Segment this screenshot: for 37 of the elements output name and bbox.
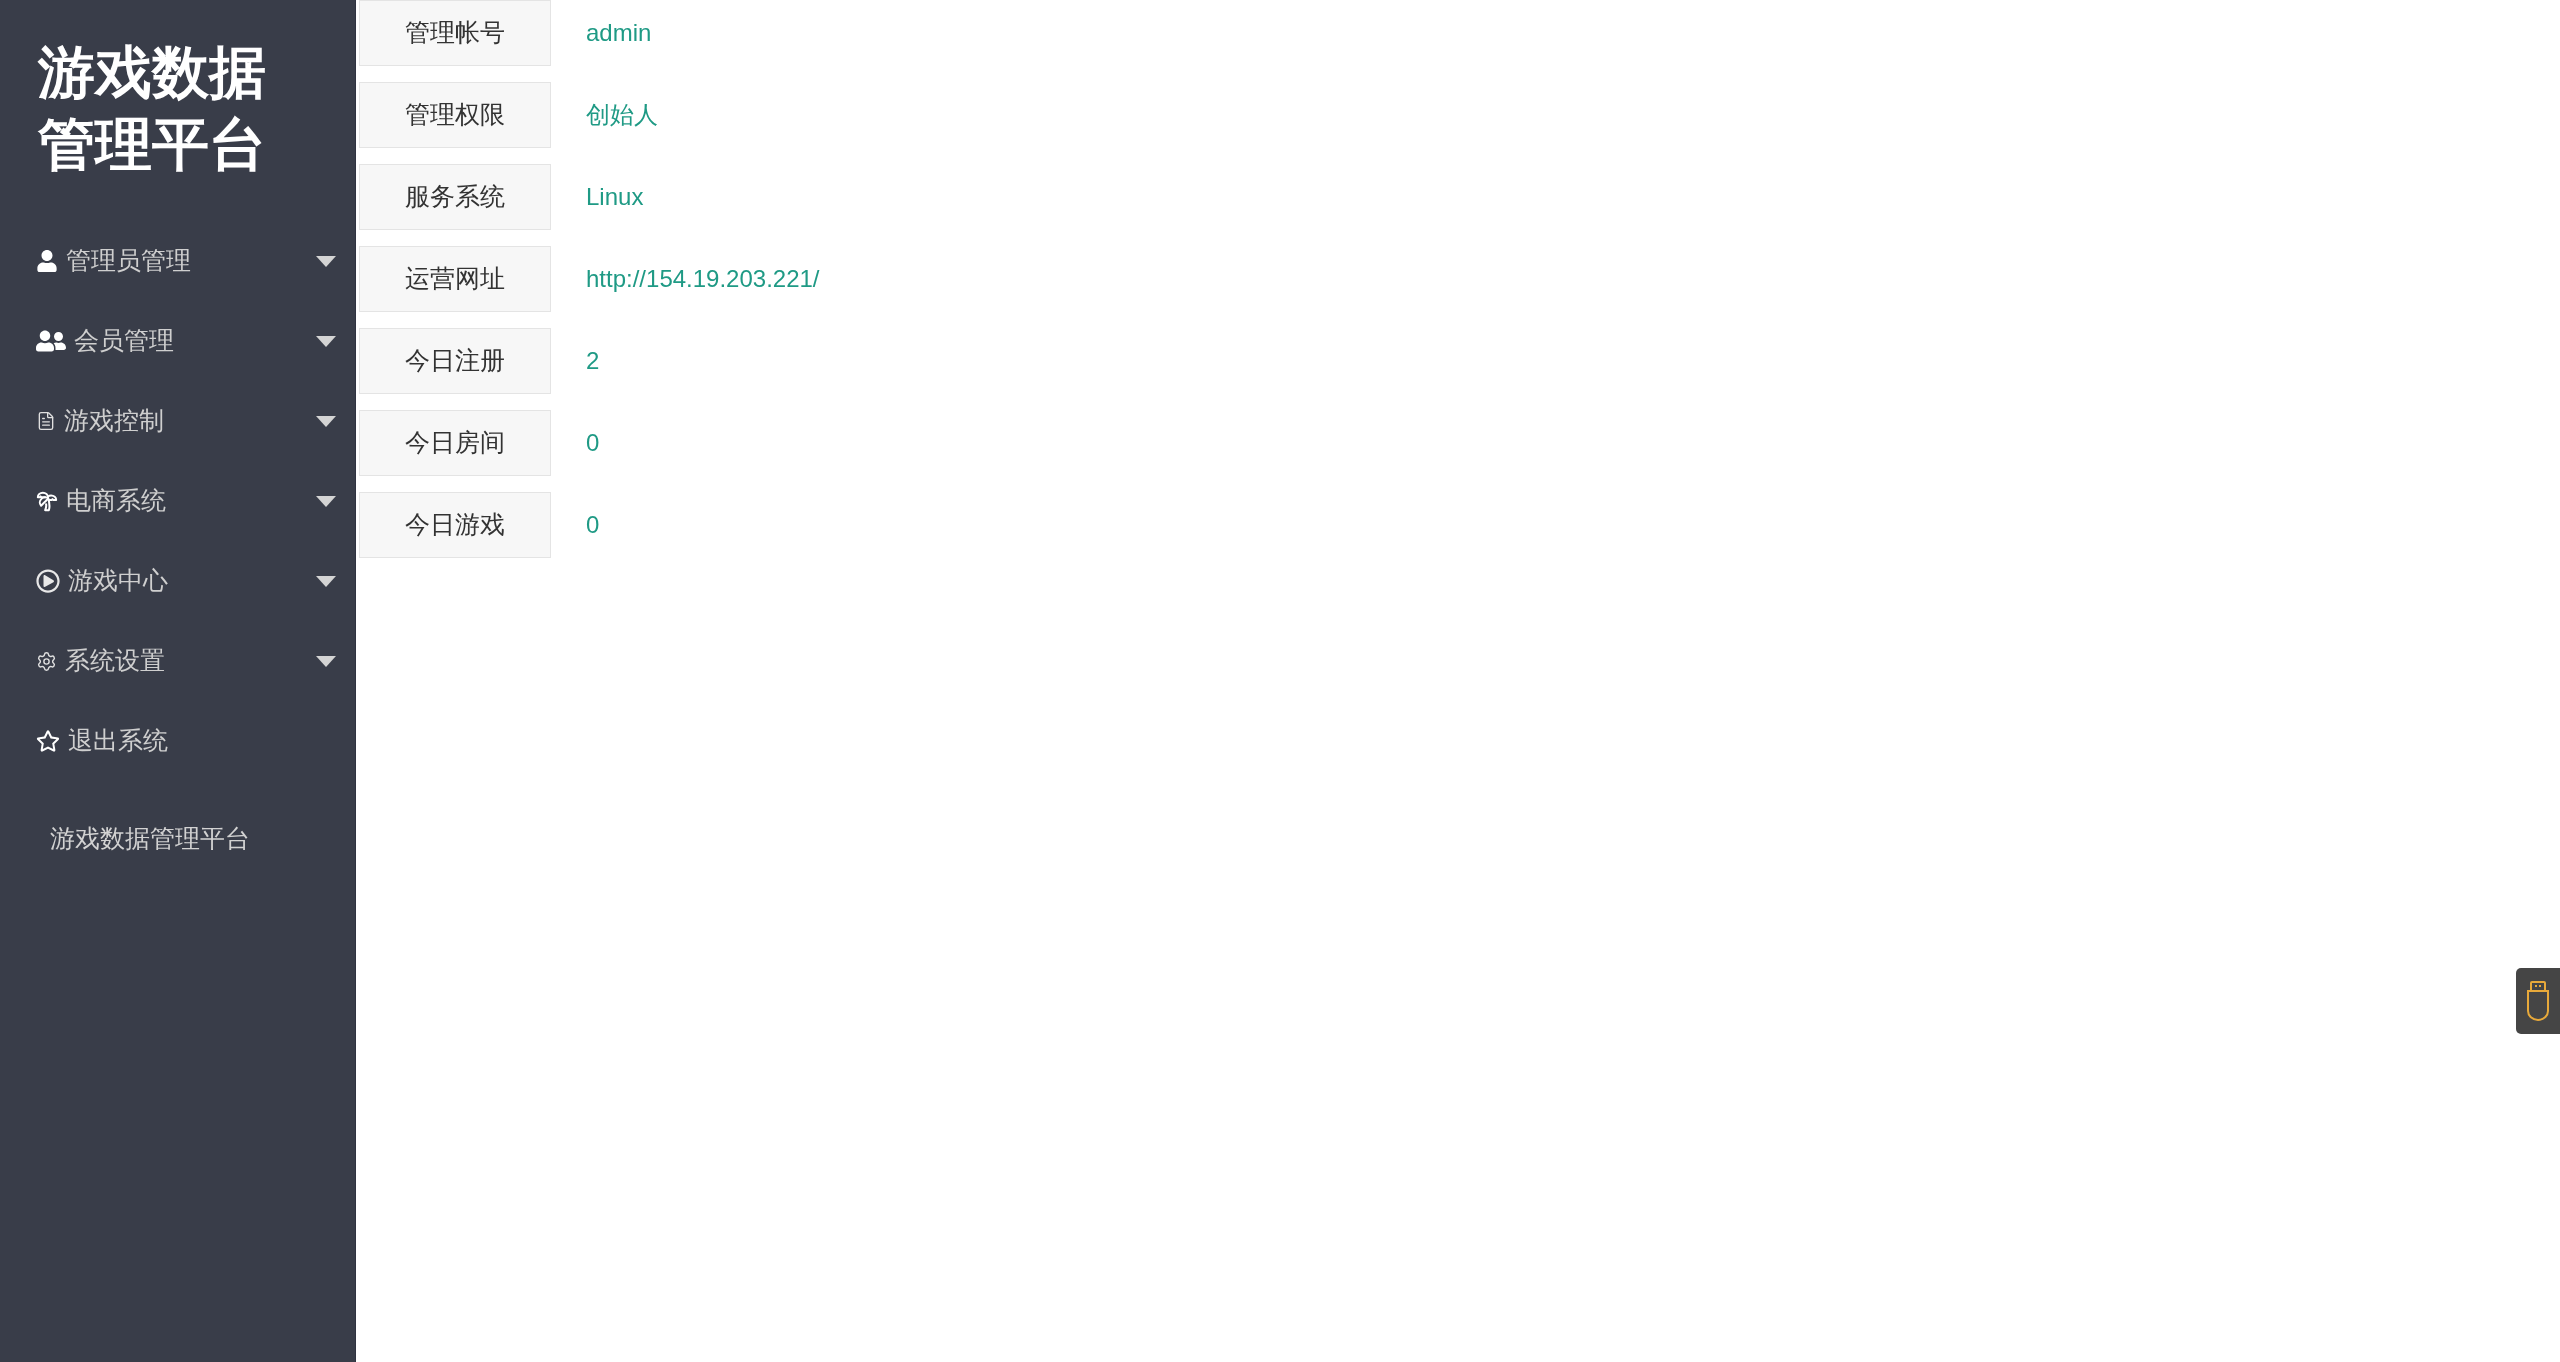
field-label: 今日房间 (359, 410, 551, 476)
sidebar-menu-item[interactable]: 管理员管理 (0, 221, 355, 301)
field-label: 管理帐号 (359, 0, 551, 66)
palm-tree-icon (36, 490, 58, 512)
side-tab[interactable] (2516, 968, 2560, 1034)
caret-down-icon (316, 495, 336, 507)
field-label: 服务系统 (359, 164, 551, 230)
field-value: http://154.19.203.221/ (586, 264, 820, 294)
caret-down-icon (316, 415, 336, 427)
sidebar-menu-item[interactable]: 游戏中心 (0, 541, 355, 621)
caret-down-icon (316, 335, 336, 347)
caret-down-icon (316, 575, 336, 587)
field-value: 创始人 (586, 100, 658, 130)
settings-icon (36, 650, 57, 672)
logo-title: 游戏数据 管理平台 (38, 39, 266, 178)
field-value: 2 (586, 346, 600, 376)
sidebar-menu-item[interactable]: 会员管理 (0, 301, 355, 381)
field-value: Linux (586, 182, 644, 212)
star-icon (36, 729, 60, 753)
sidebar-menu-item[interactable]: 系统设置 (0, 621, 355, 701)
document-icon (36, 410, 56, 432)
field-value: 0 (586, 428, 600, 458)
field-label: 今日注册 (359, 328, 551, 394)
users-icon (36, 328, 66, 354)
user-icon (36, 250, 58, 272)
caret-down-icon (316, 655, 336, 667)
sidebar-menu-item[interactable]: 游戏控制 (0, 381, 355, 461)
sidebar-footer-text: 游戏数据管理平台 (50, 824, 250, 852)
field-label: 管理权限 (359, 82, 551, 148)
sidebar-menu-item[interactable]: 电商系统 (0, 461, 355, 541)
caret-down-icon (316, 255, 336, 267)
sidebar-menu-item[interactable]: 退出系统 (0, 701, 355, 781)
field-label: 今日游戏 (359, 492, 551, 558)
usb-drive-icon (2526, 981, 2550, 1021)
field-value: admin (586, 18, 652, 48)
field-label: 运营网址 (359, 246, 551, 312)
field-value: 0 (586, 510, 600, 540)
